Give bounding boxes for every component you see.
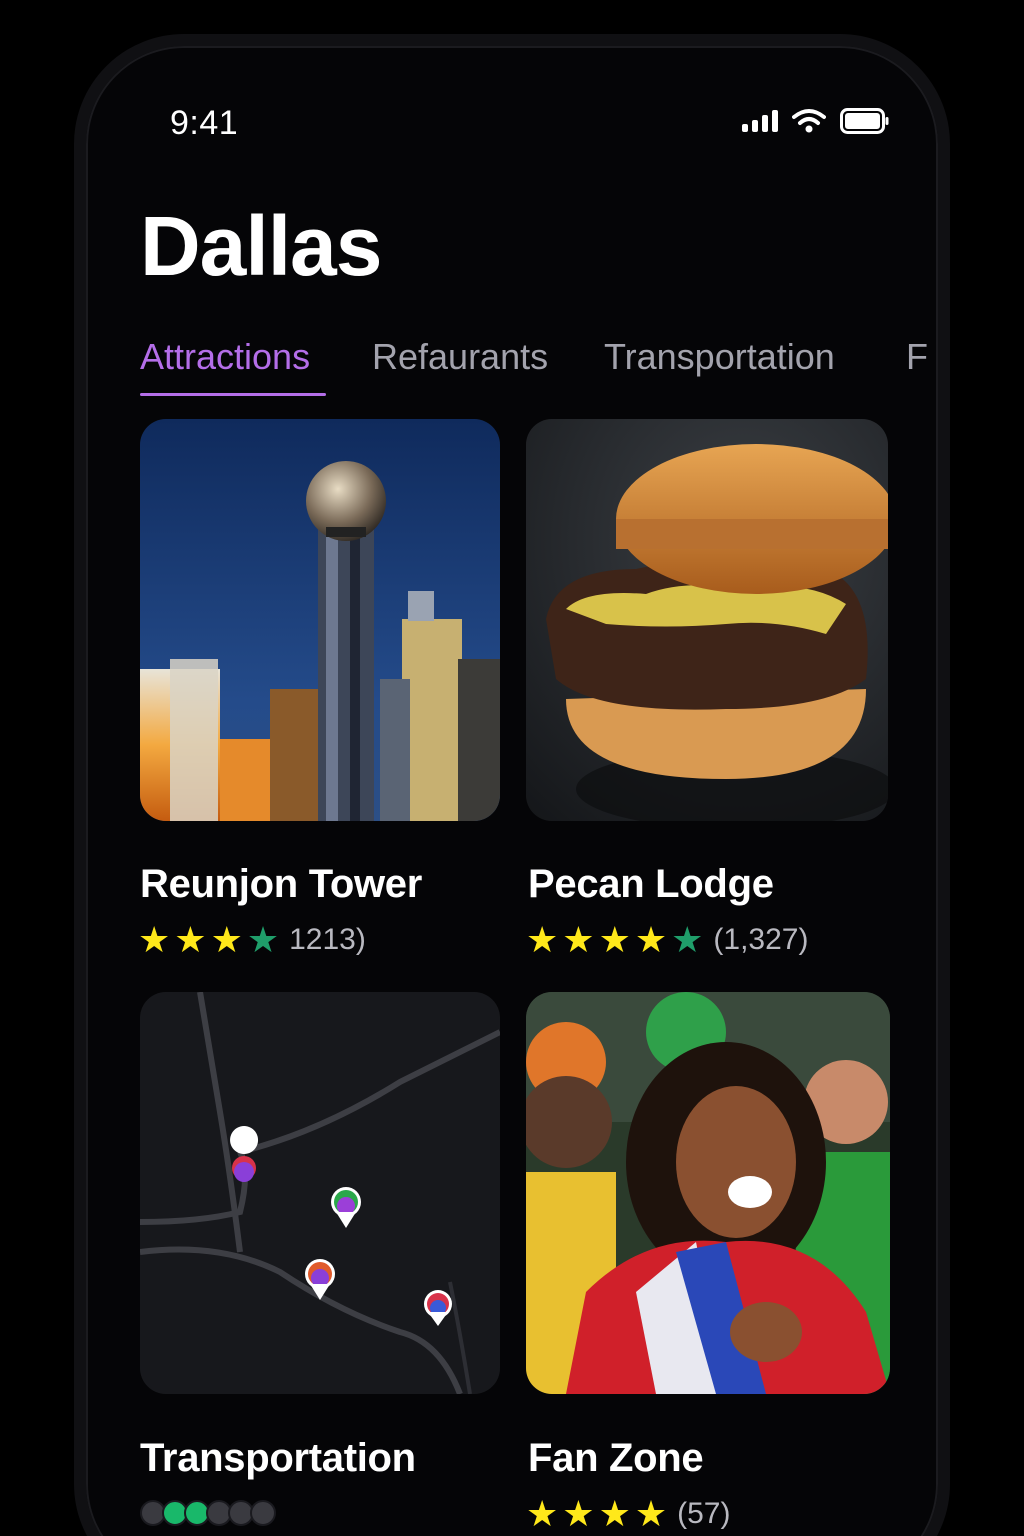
rating-dot: [250, 1500, 276, 1526]
map-illustration: [140, 992, 500, 1394]
tab-transportation[interactable]: Transportation: [604, 336, 835, 378]
card-title-fan-zone[interactable]: Fan Zone: [528, 1436, 704, 1481]
star-icon: ★: [562, 919, 595, 960]
pecan-lodge-image[interactable]: [526, 419, 888, 821]
card-title-transportation[interactable]: Transportation: [140, 1436, 416, 1481]
rating-fan-zone: ★ ★ ★ ★ (57): [526, 1496, 730, 1532]
star-icon: ★: [598, 1493, 631, 1534]
star-icon: ★: [634, 1493, 668, 1534]
review-count: (1,327): [713, 923, 809, 956]
rating-dots: [140, 1500, 276, 1526]
tab-attractions[interactable]: Attractions: [140, 336, 310, 378]
wifi-icon: [792, 109, 826, 133]
rating-reunion-tower: ★ ★ ★ ★ 1213): [138, 922, 366, 958]
star-icon: ★: [210, 919, 243, 960]
reunion-tower-image[interactable]: [140, 419, 500, 821]
card-title-pecan-lodge[interactable]: Pecan Lodge: [528, 862, 774, 907]
rating-pecan-lodge: ★ ★ ★ ★ ★ (1,327): [526, 922, 808, 958]
battery-icon: [840, 108, 889, 134]
burger-illustration: [526, 419, 888, 821]
page-title: Dallas: [140, 199, 382, 293]
star-icon: ★: [526, 1493, 559, 1534]
fan-zone-image[interactable]: [526, 992, 890, 1394]
star-half-icon: ★: [671, 919, 704, 960]
star-half-icon: ★: [246, 919, 280, 960]
crowd-illustration: [526, 992, 890, 1394]
signal-icon: [742, 110, 778, 132]
star-icon: ★: [562, 1493, 595, 1534]
active-tab-indicator: [140, 393, 326, 396]
city-skyline-illustration: [140, 419, 500, 821]
star-icon: ★: [526, 919, 559, 960]
card-title-reunion-tower[interactable]: Reunjon Tower: [140, 862, 422, 907]
app-screen: 9:41 Dallas Attractions Refaurants Trans…: [86, 46, 938, 1536]
transportation-map-image[interactable]: [140, 992, 500, 1394]
star-icon: ★: [634, 919, 668, 960]
review-count: 1213): [289, 923, 366, 956]
star-icon: ★: [138, 919, 171, 960]
review-count: (57): [677, 1497, 731, 1530]
status-icons: [742, 108, 890, 134]
star-icon: ★: [598, 919, 631, 960]
star-icon: ★: [174, 919, 207, 960]
phone-frame: 9:41 Dallas Attractions Refaurants Trans…: [74, 34, 950, 1536]
status-time: 9:41: [170, 104, 239, 142]
tab-restaurants[interactable]: Refaurants: [372, 336, 548, 378]
category-tabs: Attractions Refaurants Transportation F: [140, 336, 938, 396]
tab-more[interactable]: F: [906, 336, 928, 378]
